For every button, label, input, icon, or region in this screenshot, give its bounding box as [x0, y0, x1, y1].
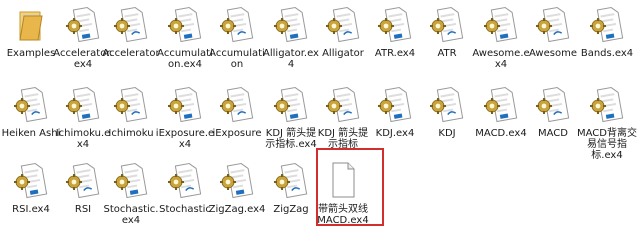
file-label: ZigZag.ex4 — [208, 204, 266, 215]
file-label: Alligator — [322, 48, 364, 59]
file-item[interactable]: Ichimoku.ex4 — [56, 84, 110, 150]
mq-indicator-icon — [114, 84, 148, 124]
file-item[interactable]: Examples — [4, 4, 58, 59]
file-item[interactable]: KDJ 箭头提示指标.ex4 — [264, 84, 318, 150]
ex4-file-icon — [274, 4, 308, 44]
file-label: Heiken Ashi — [1, 128, 61, 139]
mq-indicator-icon — [114, 4, 148, 44]
file-item[interactable]: Accelerator.ex4 — [53, 4, 113, 70]
ex4-file-icon — [274, 84, 308, 124]
file-item[interactable]: ATR.ex4 — [368, 4, 422, 59]
mq-indicator-icon — [536, 84, 570, 124]
mq-indicator-icon — [430, 4, 464, 44]
file-label: Accelerator — [102, 48, 160, 59]
file-label: KDJ 箭头提示指标 — [317, 128, 369, 150]
file-item[interactable]: MACD.ex4 — [474, 84, 528, 139]
file-item[interactable]: Awesome — [526, 4, 580, 59]
file-item[interactable]: Stochastic.ex4 — [104, 160, 158, 226]
file-label: Accumulation — [209, 48, 265, 70]
ex4-file-icon — [378, 84, 412, 124]
file-label: MACD — [538, 128, 568, 139]
mq-indicator-icon — [14, 84, 48, 124]
mq-indicator-icon — [326, 4, 360, 44]
ex4-file-icon — [220, 160, 254, 200]
file-item[interactable]: iExposure — [210, 84, 264, 139]
ex4-file-icon — [114, 160, 148, 200]
file-item[interactable]: ZigZag.ex4 — [208, 160, 266, 215]
file-label: Examples — [6, 48, 56, 59]
file-label: iExposure — [212, 128, 262, 139]
file-label: Awesome — [529, 48, 577, 59]
file-label: RSI.ex4 — [12, 204, 50, 215]
ex4-file-icon — [14, 160, 48, 200]
file-item[interactable]: MACD背离交易信号指标.ex4 — [577, 84, 637, 161]
file-item[interactable]: iExposure.ex4 — [155, 84, 215, 150]
ex4-file-icon — [168, 4, 202, 44]
file-item[interactable]: Alligator.ex4 — [263, 4, 319, 70]
file-label: KDJ 箭头提示指标.ex4 — [265, 128, 317, 150]
file-label: KDJ.ex4 — [375, 128, 415, 139]
file-label: MACD.ex4 — [475, 128, 527, 139]
mq-indicator-icon — [66, 160, 100, 200]
file-item[interactable]: Awesome.ex4 — [472, 4, 530, 70]
mq-indicator-icon — [220, 4, 254, 44]
ex4-file-icon — [66, 84, 100, 124]
mq-indicator-icon — [274, 160, 308, 200]
file-label: Bands.ex4 — [580, 48, 634, 59]
file-label: Stochastic.ex4 — [103, 204, 159, 226]
mq-indicator-icon — [430, 84, 464, 124]
file-grid: Examples Accelerator.ex4 Accelerator Acc… — [0, 0, 640, 240]
file-item[interactable]: RSI.ex4 — [4, 160, 58, 215]
file-label: KDJ — [438, 128, 456, 139]
file-item[interactable]: KDJ.ex4 — [368, 84, 422, 139]
file-label: ATR.ex4 — [374, 48, 416, 59]
file-label: iExposure.ex4 — [155, 128, 215, 150]
file-label: Awesome.ex4 — [472, 48, 530, 70]
ex4-file-icon — [484, 84, 518, 124]
mq-indicator-icon — [326, 84, 360, 124]
file-item[interactable]: Ichimoku — [104, 84, 158, 139]
selection-highlight-box — [316, 148, 384, 226]
ex4-file-icon — [378, 4, 412, 44]
file-item[interactable]: Bands.ex4 — [580, 4, 634, 59]
ex4-file-icon — [484, 4, 518, 44]
file-item[interactable]: Accelerator — [102, 4, 160, 59]
file-item[interactable]: ATR — [420, 4, 474, 59]
ex4-file-icon — [590, 84, 624, 124]
file-label: Ichimoku — [108, 128, 154, 139]
file-item[interactable]: Alligator — [316, 4, 370, 59]
file-item[interactable]: ZigZag — [264, 160, 318, 215]
file-item[interactable]: KDJ — [420, 84, 474, 139]
ex4-file-icon — [168, 84, 202, 124]
file-item[interactable]: Accumulation.ex4 — [157, 4, 213, 70]
file-label: Alligator.ex4 — [263, 48, 319, 70]
file-item[interactable]: MACD — [526, 84, 580, 139]
file-label: ATR — [437, 48, 457, 59]
file-item[interactable]: Accumulation — [209, 4, 265, 70]
mq-indicator-icon — [536, 4, 570, 44]
file-label: ZigZag — [273, 204, 309, 215]
file-item[interactable]: Stochastic — [158, 160, 212, 215]
file-item[interactable]: KDJ 箭头提示指标 — [316, 84, 370, 150]
ex4-file-icon — [66, 4, 100, 44]
folder-icon — [14, 4, 48, 44]
file-item[interactable]: Heiken Ashi — [1, 84, 61, 139]
mq-indicator-icon — [168, 160, 202, 200]
file-label: Accumulation.ex4 — [157, 48, 213, 70]
file-label: Stochastic — [159, 204, 211, 215]
mq-indicator-icon — [220, 84, 254, 124]
file-label: MACD背离交易信号指标.ex4 — [577, 128, 637, 161]
ex4-file-icon — [590, 4, 624, 44]
